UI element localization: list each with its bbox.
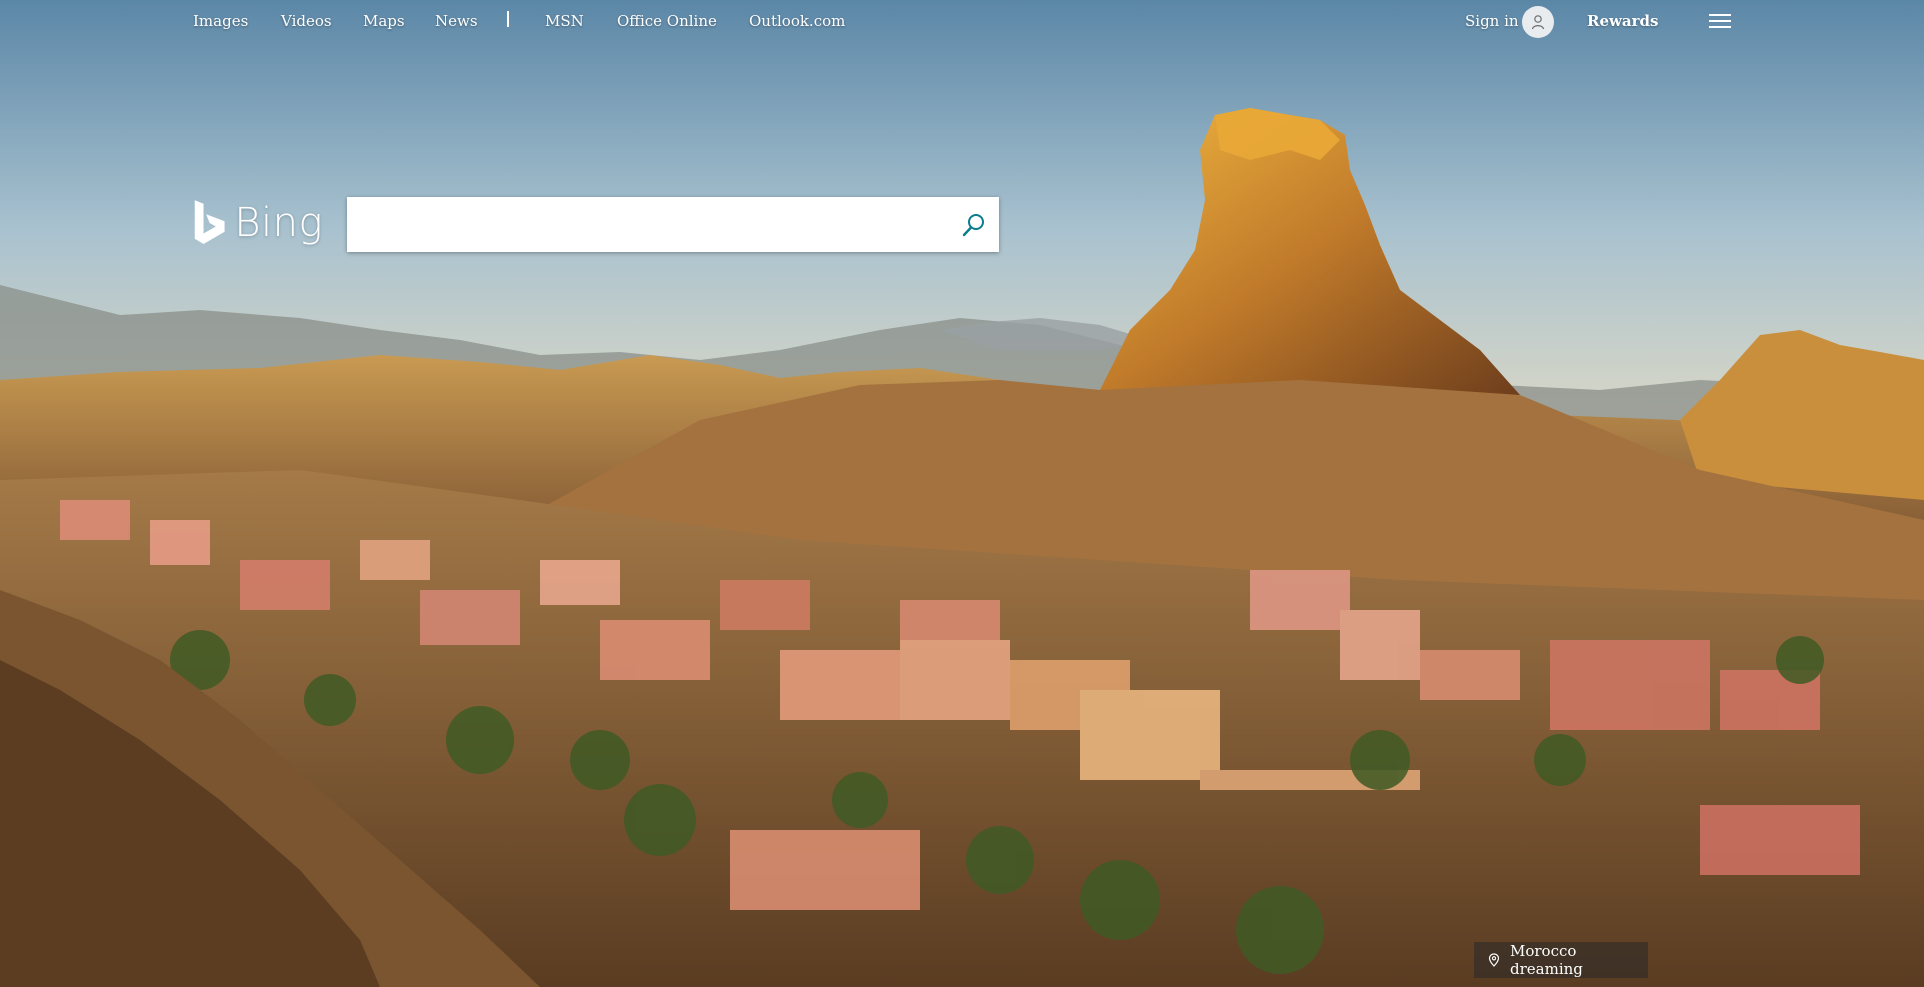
bing-homepage: Images Videos Maps News MSN Office Onlin…	[0, 0, 1924, 987]
search-box	[347, 197, 999, 252]
hamburger-menu-icon[interactable]	[1709, 14, 1731, 30]
background-image	[0, 0, 1924, 987]
search-icon	[962, 214, 984, 237]
search-button[interactable]	[959, 210, 989, 240]
user-avatar-icon[interactable]	[1522, 6, 1554, 38]
nav-link-images[interactable]: Images	[193, 12, 248, 30]
image-caption[interactable]: Morocco dreaming	[1474, 942, 1648, 978]
location-pin-icon	[1488, 953, 1500, 967]
nav-link-news[interactable]: News	[435, 12, 478, 30]
nav-divider	[507, 11, 509, 27]
sign-in-link[interactable]: Sign in	[1465, 12, 1519, 30]
nav-link-videos[interactable]: Videos	[281, 12, 332, 30]
nav-link-maps[interactable]: Maps	[363, 12, 405, 30]
bing-logo[interactable]: Bing	[193, 196, 323, 250]
nav-link-msn[interactable]: MSN	[545, 12, 584, 30]
rewards-link[interactable]: Rewards	[1587, 12, 1658, 30]
nav-link-outlook[interactable]: Outlook.com	[749, 12, 845, 30]
bing-logo-icon	[194, 200, 225, 245]
caption-text: Morocco dreaming	[1510, 942, 1583, 978]
top-navigation: Images Videos Maps News MSN Office Onlin…	[0, 0, 1924, 44]
logo-text: Bing	[234, 200, 323, 246]
search-input[interactable]	[347, 197, 937, 252]
nav-link-office-online[interactable]: Office Online	[617, 12, 717, 30]
